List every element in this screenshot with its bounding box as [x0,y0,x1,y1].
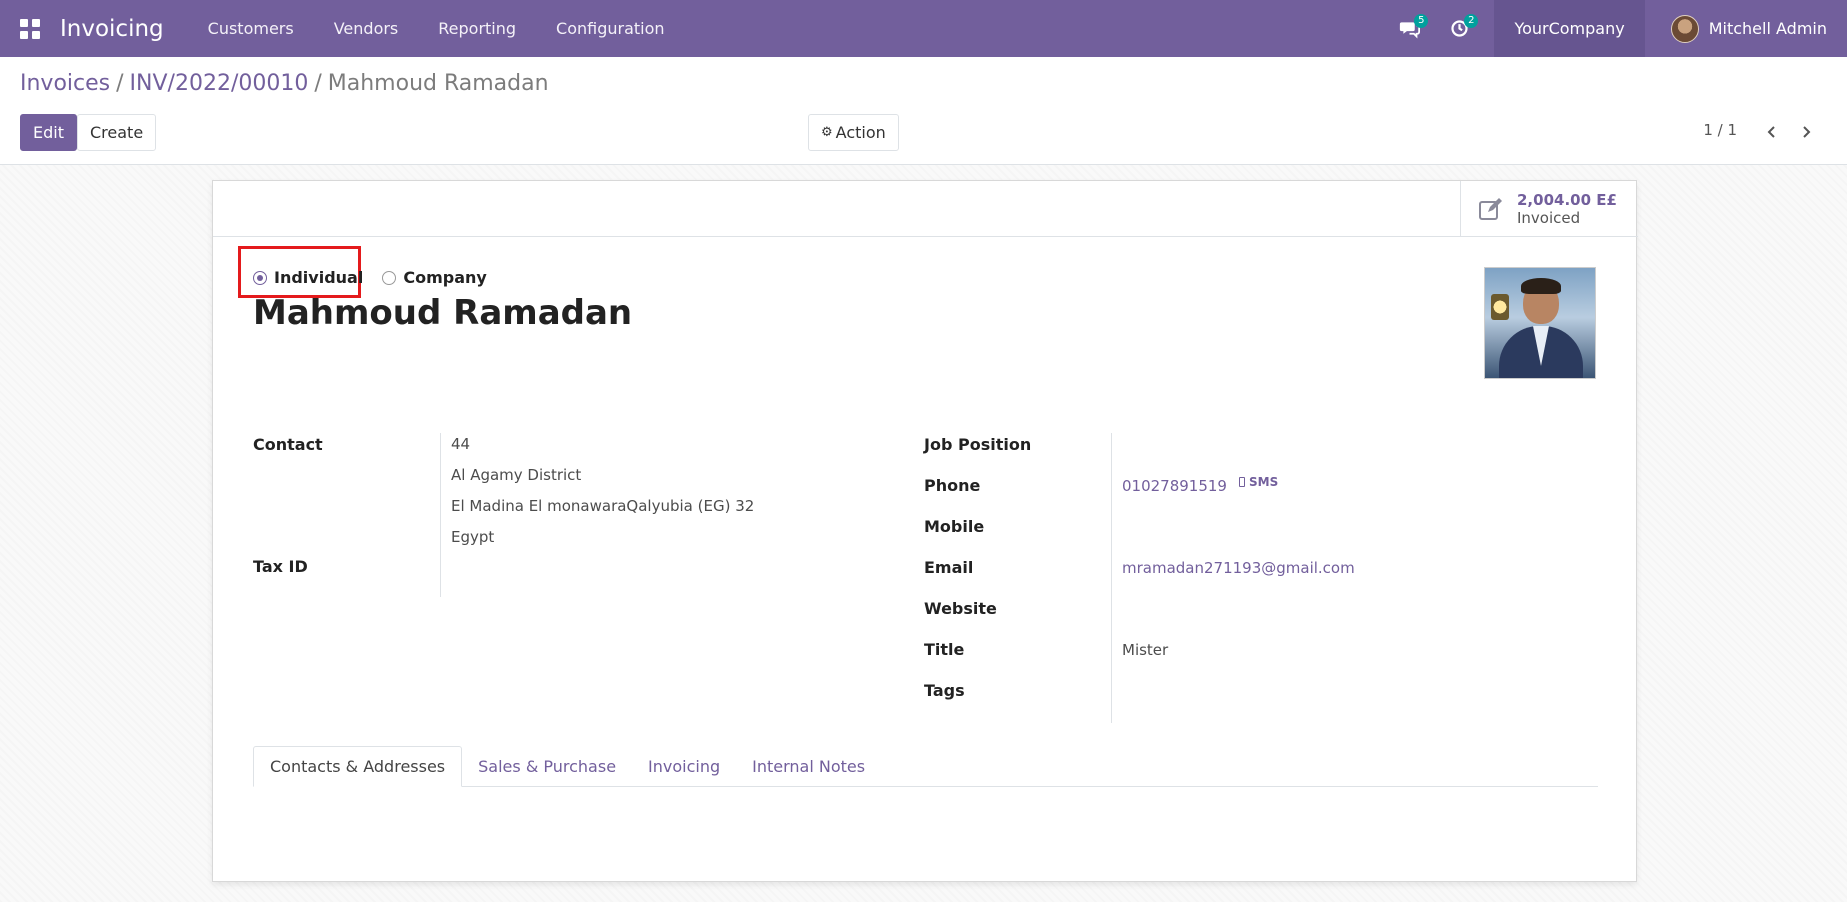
address-line: Al Agamy District [451,466,582,484]
email-label: Email [924,558,974,577]
breadcrumb-separator: / [116,71,124,96]
mobile-phone-icon [1239,477,1245,487]
chevron-left-icon [1767,126,1775,138]
right-field-divider [1111,433,1112,723]
radio-individual[interactable]: Individual [253,268,363,287]
gear-icon: ⚙ [821,125,833,140]
radio-company[interactable]: Company [382,268,487,287]
activities-button[interactable]: 2 [1434,0,1484,57]
email-value[interactable]: mramadan271193@gmail.com [1122,559,1355,577]
create-button[interactable]: Create [77,114,157,151]
menu-vendors[interactable]: Vendors [314,0,419,57]
partner-photo[interactable] [1484,267,1596,379]
job-position-label: Job Position [924,435,1032,454]
menu-reporting[interactable]: Reporting [418,0,536,57]
radio-unchecked-icon[interactable] [382,270,397,285]
control-panel: Invoices / INV/2022/00010 / Mahmoud Rama… [0,57,1847,165]
mobile-label: Mobile [924,517,985,536]
action-label: Action [835,123,886,142]
tab-internal-notes[interactable]: Internal Notes [736,746,881,787]
action-button[interactable]: ⚙ Action [808,114,899,151]
pager-previous-button[interactable] [1755,115,1789,149]
notebook-tabs: Contacts & Addresses Sales & Purchase In… [253,746,1598,787]
company-switcher[interactable]: YourCompany [1494,0,1645,57]
address-line: Egypt [451,528,495,546]
menu-customers[interactable]: Customers [188,0,314,57]
top-navbar: Invoicing Customers Vendors Reporting Co… [0,0,1847,57]
activities-badge: 2 [1464,14,1479,28]
breadcrumb-current: Mahmoud Ramadan [327,71,549,96]
breadcrumb-invoices[interactable]: Invoices [20,71,110,96]
address-line: El Madina El monawaraQalyubia (EG) 32 [451,497,755,515]
tax-id-label: Tax ID [253,557,308,576]
pager-value[interactable]: 1 / 1 [1703,121,1737,139]
user-name: Mitchell Admin [1708,19,1827,38]
tab-sales-purchase[interactable]: Sales & Purchase [462,746,632,787]
address-line: 44 [451,435,471,453]
company-type-radio-group: Individual Company [253,268,506,287]
partner-name: Mahmoud Ramadan [253,293,633,333]
pager-next-button[interactable] [1789,115,1823,149]
tab-invoicing[interactable]: Invoicing [632,746,736,787]
edit-button[interactable]: Edit [20,114,77,151]
breadcrumb-invoice-number[interactable]: INV/2022/00010 [130,71,309,96]
messages-button[interactable]: 5 [1384,0,1434,57]
contact-label: Contact [253,435,323,454]
left-field-divider [440,433,441,597]
user-menu[interactable]: Mitchell Admin [1645,0,1847,57]
invoiced-label: Invoiced [1517,208,1581,227]
form-sheet: 2,004.00 E£ Invoiced Individual Company … [212,180,1638,882]
breadcrumb: Invoices / INV/2022/00010 / Mahmoud Rama… [20,71,549,96]
app-name[interactable]: Invoicing [60,16,164,42]
breadcrumb-separator: / [314,71,322,96]
edit-document-icon [1479,197,1502,220]
radio-individual-label: Individual [274,268,364,287]
tags-label: Tags [924,681,965,700]
user-avatar [1670,14,1699,43]
menu-configuration[interactable]: Configuration [536,0,685,57]
phone-label: Phone [924,476,981,495]
button-box: 2,004.00 E£ Invoiced [213,181,1638,237]
sms-button[interactable]: SMS [1239,475,1278,489]
sms-label: SMS [1249,475,1279,489]
radio-company-label: Company [403,268,487,287]
invoiced-amount: 2,004.00 E£ [1517,190,1617,209]
invoiced-stat-button[interactable]: 2,004.00 E£ Invoiced [1460,181,1638,236]
website-label: Website [924,599,997,618]
chevron-right-icon [1803,126,1811,138]
radio-checked-icon[interactable] [253,270,267,285]
messages-badge: 5 [1414,14,1429,28]
title-value: Mister [1122,641,1169,659]
phone-value[interactable]: 01027891519 [1122,477,1227,495]
apps-menu-icon[interactable] [0,0,60,57]
tab-contacts-addresses[interactable]: Contacts & Addresses [253,746,463,787]
title-label: Title [924,640,965,659]
